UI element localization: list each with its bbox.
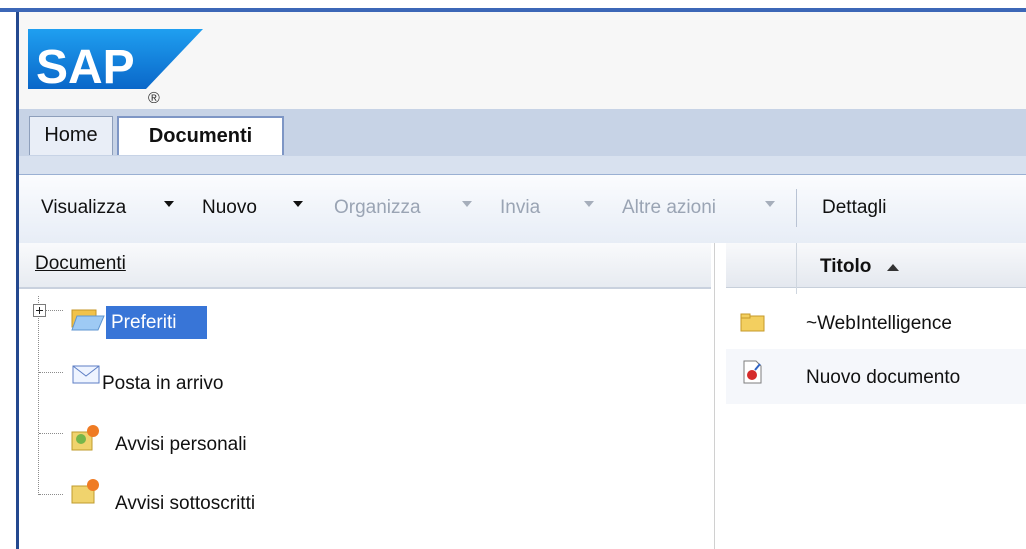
open-folder-icon: [71, 306, 105, 336]
personal-alert-icon: [71, 424, 101, 456]
row-title[interactable]: ~WebIntelligence: [806, 313, 952, 335]
titolo-column-header[interactable]: Titolo: [820, 256, 871, 278]
top-border: [0, 0, 1026, 8]
tab-documenti-label: Documenti: [148, 125, 253, 147]
tree-header-link[interactable]: Documenti: [35, 253, 126, 275]
registered-mark: ®: [148, 90, 160, 103]
folder-icon: [740, 313, 766, 337]
tree-line: [38, 296, 40, 495]
mail-icon: [72, 362, 102, 390]
chevron-down-icon[interactable]: [164, 201, 174, 207]
tree-item-avvisi-sottoscritti[interactable]: Avvisi sottoscritti: [115, 493, 255, 515]
toolbar-gap: [19, 156, 1026, 174]
toolbar-separator: [796, 189, 797, 227]
tab-documenti[interactable]: Documenti: [117, 116, 284, 155]
tree-line: [39, 372, 63, 374]
chevron-down-icon[interactable]: [293, 201, 303, 207]
altre-azioni-menu[interactable]: Altre azioni: [622, 196, 716, 220]
tree-item-posta-in-arrivo[interactable]: Posta in arrivo: [102, 373, 223, 395]
sort-ascending-icon[interactable]: [887, 264, 899, 271]
tab-home[interactable]: Home: [29, 116, 113, 155]
tree-item-preferiti[interactable]: Preferiti: [111, 312, 176, 334]
nuovo-menu[interactable]: Nuovo: [202, 196, 257, 220]
chevron-down-icon[interactable]: [584, 201, 594, 207]
chevron-down-icon[interactable]: [462, 201, 472, 207]
organizza-menu[interactable]: Organizza: [334, 196, 421, 220]
tab-home-label: Home: [44, 124, 98, 146]
application-window: SAP ® Home Documenti Visualizza Nuovo Or…: [0, 0, 1026, 549]
dettagli-button[interactable]: Dettagli: [822, 196, 886, 220]
subscribed-alert-icon: [71, 477, 101, 509]
tree-item-avvisi-personali[interactable]: Avvisi personali: [115, 434, 247, 456]
expand-plus-icon[interactable]: [33, 304, 46, 317]
chevron-down-icon[interactable]: [765, 201, 775, 207]
logo-text: SAP: [36, 41, 135, 94]
list-header: [726, 243, 1026, 288]
visualizza-menu[interactable]: Visualizza: [41, 196, 126, 220]
row-title[interactable]: Nuovo documento: [806, 367, 960, 389]
document-icon: [741, 360, 763, 388]
invia-menu[interactable]: Invia: [500, 196, 540, 220]
tree-line: [39, 433, 63, 435]
sap-logo: SAP ®: [28, 17, 203, 107]
tree-line: [39, 494, 63, 496]
